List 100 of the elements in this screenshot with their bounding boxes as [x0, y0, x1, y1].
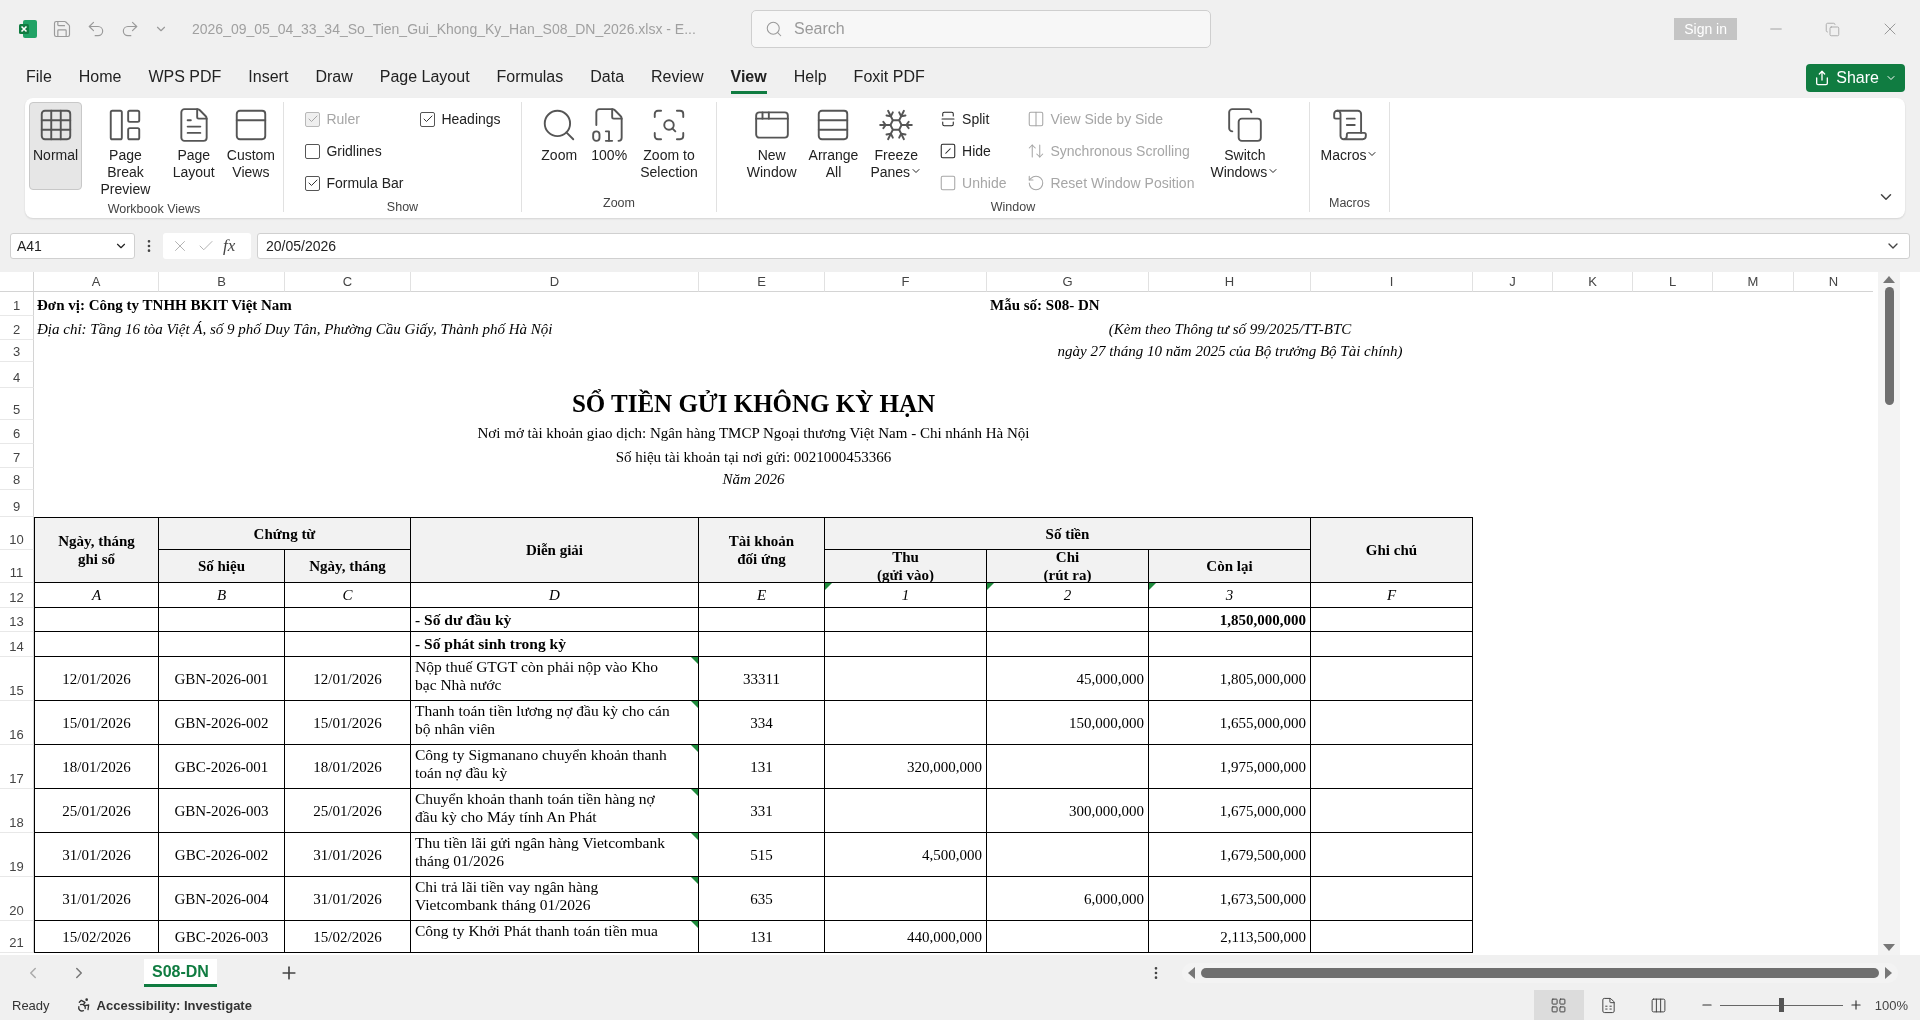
row-header[interactable]: 6 — [0, 420, 34, 444]
menu-tab[interactable]: Draw — [315, 62, 353, 94]
ribbon-button[interactable]: 100% — [586, 102, 633, 190]
column-header[interactable]: D — [411, 272, 699, 292]
row-header[interactable]: 8 — [0, 468, 34, 490]
menu-tab[interactable]: Formulas — [496, 62, 564, 94]
row-header[interactable]: 15 — [0, 657, 34, 701]
row-header[interactable]: 21 — [0, 921, 34, 953]
column-header[interactable]: I — [1311, 272, 1473, 292]
accessibility-status[interactable]: Accessibility: Investigate — [75, 997, 252, 1013]
column-header[interactable]: F — [825, 272, 987, 292]
search-icon — [765, 20, 783, 38]
ribbon-button[interactable]: Split — [937, 104, 1009, 134]
row-header[interactable]: 9 — [0, 490, 34, 517]
ribbon-button[interactable]: Hide — [937, 136, 1009, 166]
column-header[interactable]: G — [987, 272, 1149, 292]
table-header-cell: Số tiền — [825, 517, 1311, 550]
table-header-cell: Chi (rút ra) — [987, 550, 1149, 583]
menu-tab[interactable]: WPS PDF — [148, 62, 222, 94]
checkbox-option[interactable]: Headings — [420, 104, 501, 134]
row-header[interactable]: 14 — [0, 632, 34, 657]
checkbox[interactable] — [305, 143, 321, 159]
row-header[interactable]: 2 — [0, 316, 34, 340]
rotate-arrow-icon — [1027, 174, 1046, 192]
checkbox[interactable] — [420, 111, 436, 127]
save-icon[interactable] — [52, 19, 72, 39]
spreadsheet-logo-icon[interactable] — [18, 19, 38, 39]
row-header[interactable]: 5 — [0, 388, 34, 420]
menu-tab[interactable]: Review — [651, 62, 704, 94]
table-cell: 6,000,000 — [987, 877, 1149, 921]
row-header[interactable]: 1 — [0, 292, 34, 316]
table-cell: GBC-2026-002 — [159, 833, 285, 877]
insert-function-label[interactable]: fx — [223, 236, 236, 256]
menu-tab[interactable]: Data — [590, 62, 625, 94]
column-header[interactable]: C — [285, 272, 411, 292]
row-header[interactable]: 3 — [0, 340, 34, 362]
ribbon-button[interactable]: Custom Views — [222, 102, 279, 190]
share-icon — [1814, 70, 1831, 86]
group-label: Workbook Views — [106, 202, 202, 218]
row-header[interactable]: 10 — [0, 517, 34, 550]
checkbox-option[interactable]: Gridlines — [305, 136, 404, 166]
row-header[interactable]: 12 — [0, 583, 34, 608]
accessibility-icon — [75, 997, 92, 1013]
row-header[interactable]: 11 — [0, 550, 34, 583]
zoom-in-icon[interactable] — [1848, 998, 1863, 1012]
row-header[interactable]: 16 — [0, 701, 34, 745]
checkbox[interactable] — [305, 175, 321, 191]
row-header[interactable]: 4 — [0, 362, 34, 388]
table-cell: 25/01/2026 — [34, 789, 159, 833]
menu-tab[interactable]: Page Layout — [379, 62, 470, 94]
ribbon-button[interactable]: Normal — [29, 102, 83, 190]
name-box[interactable]: A41 — [10, 233, 135, 259]
menu-tab[interactable]: Home — [78, 62, 122, 94]
view-button[interactable] — [1533, 990, 1584, 1020]
ribbon-button[interactable]: Switch Windows — [1206, 102, 1284, 190]
ribbon-button[interactable]: New Window — [742, 102, 801, 190]
ribbon-button[interactable]: Freeze Panes — [866, 102, 927, 190]
row-header[interactable]: 7 — [0, 444, 34, 468]
row-header[interactable]: 20 — [0, 877, 34, 921]
column-header[interactable]: A — [34, 272, 159, 292]
sheet-tab[interactable]: S08-DN — [144, 958, 217, 987]
table-cell: GBC-2026-003 — [159, 921, 285, 953]
menu-tab[interactable]: File — [26, 62, 52, 94]
redo-icon[interactable] — [120, 19, 140, 39]
ribbon-button[interactable]: Zoom to Selection — [636, 102, 702, 190]
table-header-cell: Diễn giải — [411, 517, 699, 583]
share-button[interactable]: Share — [1806, 64, 1905, 92]
row-header[interactable]: 18 — [0, 789, 34, 833]
row-header[interactable]: 17 — [0, 745, 34, 789]
menu-tab[interactable]: Insert — [248, 62, 289, 94]
menu-tab[interactable]: Foxit PDF — [853, 62, 925, 94]
checkbox-option[interactable]: Formula Bar — [305, 168, 404, 198]
column-header[interactable]: B — [159, 272, 285, 292]
table-cell: 15/01/2026 — [285, 701, 411, 745]
formula-field[interactable]: 20/05/2026 — [257, 233, 1910, 259]
ribbon-button[interactable]: Zoom — [536, 102, 583, 190]
table-cell: 635 — [699, 877, 825, 921]
window-title: 2026_09_05_04_33_34_So_Tien_Gui_Khong_Ky_Han_S08_DN_2026.xlsx - E... — [192, 21, 696, 37]
column-header[interactable]: H — [1149, 272, 1311, 292]
table-cell: Thanh toán tiền lương nợ đầu kỳ cho cán bộ nhân viên — [411, 701, 699, 745]
column-header[interactable]: E — [699, 272, 825, 292]
undo-icon[interactable] — [86, 19, 106, 39]
table-cell: 131 — [699, 745, 825, 789]
row-header[interactable]: 19 — [0, 833, 34, 877]
menu-tab[interactable]: Help — [793, 62, 827, 94]
table-cell: Chuyển khoản thanh toán tiền hàng nợ đầu kỳ cho Máy tính An Phát — [411, 789, 699, 833]
ribbon-button[interactable]: Arrange All — [804, 102, 863, 190]
ribbon-button[interactable]: Page Layout — [168, 102, 219, 190]
table-cell: 1,673,500,000 — [1149, 877, 1311, 921]
column-header[interactable]: L — [1633, 272, 1713, 292]
search-field[interactable]: Search — [751, 10, 1211, 48]
column-header[interactable]: K — [1553, 272, 1633, 292]
row-header[interactable]: 13 — [0, 608, 34, 632]
ribbon-button[interactable]: Macros — [1316, 102, 1383, 190]
zoom-thumb[interactable] — [1779, 998, 1785, 1012]
ribbon-button[interactable]: Page Break Preview — [86, 102, 165, 202]
menu-tab[interactable]: View — [730, 62, 767, 94]
column-header[interactable]: M — [1713, 272, 1794, 292]
table-header-cell: Tài khoản đối ứng — [699, 517, 825, 583]
column-header[interactable]: J — [1473, 272, 1553, 292]
